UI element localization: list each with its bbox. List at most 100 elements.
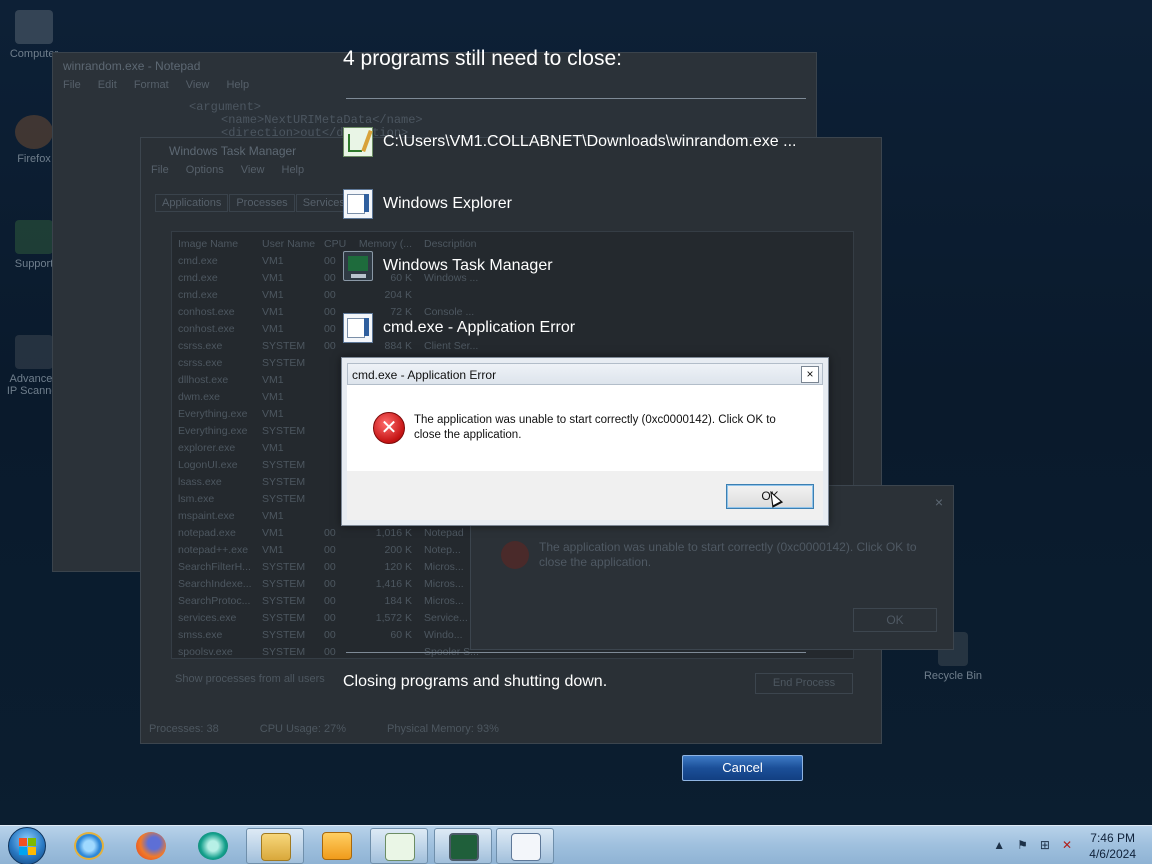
taskbar-media-player[interactable] — [308, 828, 366, 864]
taskbar-firefox[interactable] — [122, 828, 180, 864]
error-dialog: cmd.exe - Application Error × ✕ The appl… — [341, 357, 829, 526]
status-memory: Physical Memory: 93% — [387, 723, 499, 735]
menu-item[interactable]: View — [241, 164, 265, 176]
desktop-icon-label: Computer — [9, 48, 59, 60]
table-cell: cmd.exe — [178, 289, 218, 301]
program-label: C:\Users\VM1.COLLABNET\Downloads\winrand… — [383, 133, 797, 150]
table-cell: VM1 — [262, 289, 284, 301]
table-cell: mspaint.exe — [178, 510, 235, 522]
support-icon — [15, 220, 53, 254]
menu-item[interactable]: Help — [226, 79, 249, 91]
table-cell: dllhost.exe — [178, 374, 229, 386]
status-processes: Processes: 38 — [149, 723, 219, 735]
close-icon[interactable]: × — [935, 494, 943, 510]
program-label: Windows Explorer — [383, 195, 512, 212]
taskbar-file-explorer[interactable] — [246, 828, 304, 864]
task-manager-menu: File Options View Help — [141, 162, 881, 178]
volume-muted-icon[interactable]: ✕ — [1062, 838, 1072, 852]
task-manager-icon — [343, 251, 373, 281]
taskbar-window[interactable] — [496, 828, 554, 864]
table-cell: 1,572 K — [375, 612, 412, 624]
menu-item[interactable]: View — [186, 79, 210, 91]
status-cpu: CPU Usage: 27% — [259, 723, 346, 735]
system-tray: ▲ ⚑ ⊞ ✕ — [993, 838, 1072, 852]
table-cell: 204 K — [384, 289, 412, 301]
shutdown-heading: 4 programs still need to close: — [343, 47, 622, 70]
program-item: C:\Users\VM1.COLLABNET\Downloads\winrand… — [343, 126, 796, 158]
error-message: The application was unable to start corr… — [414, 414, 776, 441]
show-hidden-icons-icon[interactable]: ▲ — [993, 838, 1005, 852]
taskbar-notepad[interactable] — [370, 828, 428, 864]
table-cell: SYSTEM — [262, 595, 306, 607]
table-cell: VM1 — [262, 374, 284, 386]
table-cell: VM1 — [262, 527, 284, 539]
menu-item[interactable]: Help — [282, 164, 305, 176]
background-ok-button[interactable]: OK — [853, 608, 937, 632]
table-cell: 00 — [324, 561, 336, 573]
table-cell: VM1 — [262, 408, 284, 420]
dialog-titlebar[interactable]: cmd.exe - Application Error × — [347, 363, 823, 385]
clock-time: 7:46 PM — [1090, 831, 1135, 845]
notepad-menu: File Edit Format View Help — [53, 77, 816, 93]
menu-item[interactable]: Edit — [98, 79, 117, 91]
start-button[interactable] — [8, 827, 46, 864]
internet-explorer-icon — [74, 832, 104, 860]
task-manager-icon — [449, 833, 479, 861]
table-cell: VM1 — [262, 306, 284, 318]
table-cell: conhost.exe — [178, 306, 235, 318]
task-manager-tabs: Applications Processes Services — [155, 194, 353, 212]
program-item: cmd.exe - Application Error — [343, 312, 575, 344]
table-cell: explorer.exe — [178, 442, 236, 454]
table-cell: Everything.exe — [178, 425, 248, 437]
table-cell: notepad++.exe — [178, 544, 249, 556]
explorer-icon — [343, 189, 373, 219]
media-player-icon — [322, 832, 352, 860]
table-cell: 1,016 K — [375, 527, 412, 539]
cancel-button[interactable]: Cancel — [682, 755, 803, 781]
window-icon — [511, 833, 541, 861]
table-cell: 00 — [324, 595, 336, 607]
table-row[interactable]: cmd.exe VM1 00 204 K — [172, 287, 853, 304]
menu-item[interactable]: File — [63, 79, 81, 91]
table-cell: SearchIndexe... — [178, 578, 252, 590]
menu-item[interactable]: Format — [134, 79, 169, 91]
tab-applications[interactable]: Applications — [155, 194, 229, 212]
column-header[interactable]: Image Name — [172, 236, 262, 253]
table-cell: 184 K — [384, 595, 412, 607]
action-center-flag-icon[interactable]: ⚑ — [1017, 838, 1028, 852]
end-process-button[interactable]: End Process — [755, 673, 853, 694]
table-cell: smss.exe — [178, 629, 223, 641]
clock[interactable]: 7:46 PM 4/6/2024 — [1089, 830, 1136, 862]
show-all-processes-checkbox[interactable]: Show processes from all users — [175, 673, 325, 685]
green-app-icon — [198, 832, 228, 860]
scanner-icon — [15, 335, 53, 369]
dialog-body: ✕ The application was unable to start co… — [347, 385, 823, 471]
notepad-icon — [343, 127, 373, 157]
computer-icon — [15, 10, 53, 44]
column-header[interactable]: User Name — [262, 236, 324, 253]
taskbar-green-app[interactable] — [184, 828, 242, 864]
dialog-title: cmd.exe - Application Error — [352, 368, 497, 382]
program-item: Windows Explorer — [343, 188, 512, 220]
firefox-icon — [15, 115, 53, 149]
close-button[interactable]: × — [801, 366, 819, 383]
taskbar-internet-explorer[interactable] — [60, 828, 118, 864]
table-cell: 1,416 K — [375, 578, 412, 590]
network-icon[interactable]: ⊞ — [1040, 838, 1050, 852]
table-cell: SYSTEM — [262, 646, 306, 658]
menu-item[interactable]: File — [151, 164, 169, 176]
divider — [346, 98, 806, 99]
tab-processes[interactable]: Processes — [229, 194, 295, 212]
menu-item[interactable]: Options — [186, 164, 224, 176]
dialog-footer: OK — [347, 471, 823, 520]
table-cell: 00 — [324, 544, 336, 556]
table-cell: VM1 — [262, 255, 284, 267]
table-cell: SYSTEM — [262, 340, 306, 352]
table-cell: VM1 — [262, 442, 284, 454]
taskbar-task-manager[interactable] — [434, 828, 492, 864]
table-cell: 00 — [324, 527, 336, 539]
notepad-icon — [385, 833, 415, 861]
table-cell: csrss.exe — [178, 340, 223, 352]
table-cell: services.exe — [178, 612, 237, 624]
table-cell: SYSTEM — [262, 425, 306, 437]
